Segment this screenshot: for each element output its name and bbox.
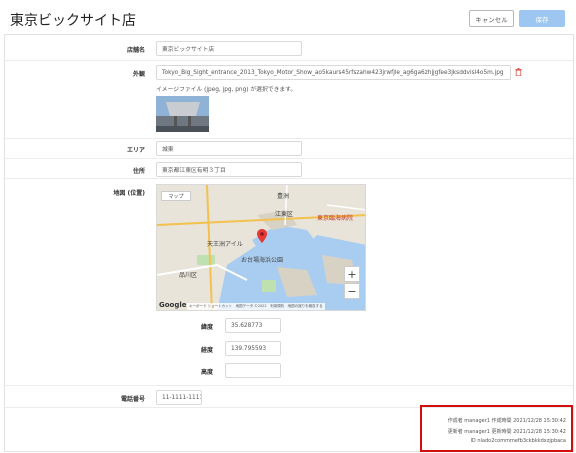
exterior-hint: イメージファイル (jpeg, jpg, png) が選択できます。 xyxy=(156,87,297,93)
record-id: ID nlado2commmefb3ckbkkdxzjpbaca xyxy=(470,438,566,444)
map-place: 豊洲 xyxy=(277,193,290,200)
delete-icon[interactable] xyxy=(515,68,522,76)
map-type-toggle[interactable]: マップ xyxy=(161,191,191,201)
map-view[interactable]: マップ 豊洲 江東区 東京臨海病院 天王洲アイル 品川区 お台場海浜公園 + −… xyxy=(156,184,366,311)
page-title: 東京ビックサイト店 xyxy=(10,13,136,29)
row-divider xyxy=(5,138,573,139)
created-info: 作成者 manager1 作成時間 2021/12/28 15:30:42 xyxy=(447,418,566,424)
map-place: 江東区 xyxy=(275,211,294,218)
map-place: 品川区 xyxy=(179,272,198,279)
row-divider xyxy=(5,385,573,386)
row-divider xyxy=(5,178,573,179)
map-canvas xyxy=(157,185,365,310)
google-logo: Google xyxy=(159,301,187,309)
longitude-input[interactable]: 139.795593 xyxy=(225,341,281,356)
page-header: 東京ビックサイト店 キャンセル 保存 xyxy=(0,0,576,34)
map-pin-icon[interactable] xyxy=(257,229,267,243)
elevation-input[interactable] xyxy=(225,363,281,378)
address-label: 住所 xyxy=(132,168,145,175)
longitude-label: 経度 xyxy=(200,347,213,354)
store-name-input[interactable]: 東京ビックサイト店 xyxy=(156,41,302,56)
phone-label: 電話番号 xyxy=(120,396,145,403)
zoom-in-button[interactable]: + xyxy=(344,266,360,282)
map-place: 東京臨海病院 xyxy=(317,215,354,222)
record-meta-box: 作成者 manager1 作成時間 2021/12/28 15:30:42 更新… xyxy=(420,405,573,452)
row-divider xyxy=(5,60,573,61)
zoom-out-button[interactable]: − xyxy=(344,283,360,299)
address-input[interactable]: 東京都江東区有明３丁目 xyxy=(156,162,302,177)
store-name-label: 店舗名 xyxy=(126,47,145,54)
map-place: 天王洲アイル xyxy=(207,241,243,248)
map-label: 地図 (位置) xyxy=(113,190,145,197)
area-select[interactable]: 城東 xyxy=(156,141,302,156)
area-label: エリア xyxy=(126,147,145,154)
cancel-button[interactable]: キャンセル xyxy=(469,10,514,27)
exterior-label: 外観 xyxy=(132,71,145,78)
row-divider xyxy=(5,158,573,159)
map-attribution[interactable]: キーボード ショートカット 地図データ ©2022 利用規約 地図の誤りを報告す… xyxy=(187,303,325,310)
map-place: お台場海浜公園 xyxy=(241,257,284,264)
save-button[interactable]: 保存 xyxy=(519,10,565,27)
updated-info: 更新者 manager1 更新時間 2021/12/28 15:30:42 xyxy=(447,429,566,435)
elevation-label: 高度 xyxy=(200,369,213,376)
latitude-label: 緯度 xyxy=(200,324,213,331)
latitude-input[interactable]: 35.628773 xyxy=(225,318,281,333)
exterior-file-input[interactable]: Tokyo_Big_Sight_entrance_2013_Tokyo_Moto… xyxy=(156,65,511,80)
phone-input[interactable]: 11-1111-1111 xyxy=(156,390,202,405)
exterior-photo xyxy=(156,96,209,132)
